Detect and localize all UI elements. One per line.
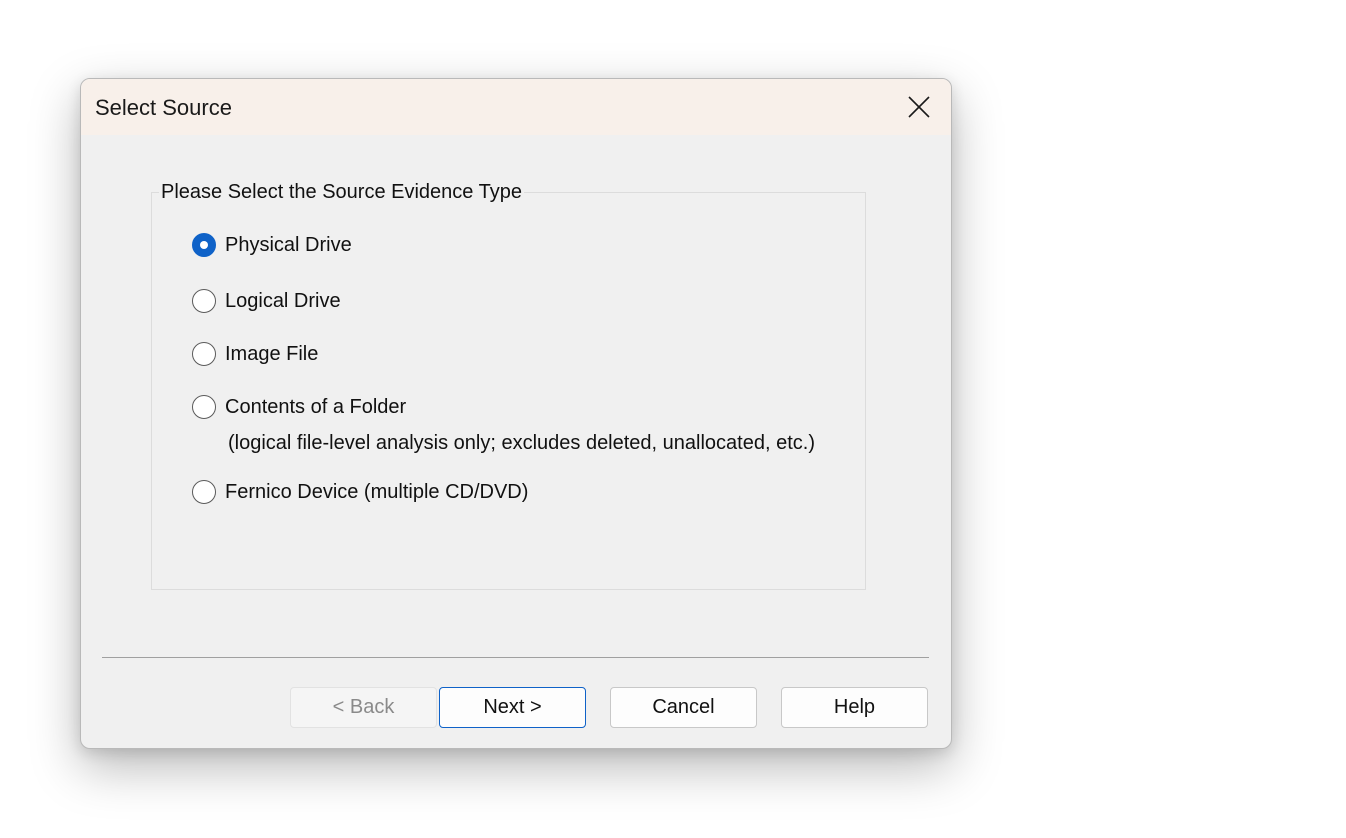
- radio-label-physical-drive: Physical Drive: [225, 233, 352, 256]
- select-source-dialog: Select Source Please Select the Source E…: [80, 78, 952, 749]
- radio-button-checked[interactable]: [192, 233, 216, 257]
- radio-label-contents-of-folder: Contents of a Folder: [225, 395, 407, 418]
- back-button[interactable]: < Back: [290, 687, 437, 728]
- cancel-button[interactable]: Cancel: [610, 687, 757, 728]
- radio-button[interactable]: [192, 395, 216, 419]
- folder-option-note: (logical file-level analysis only; exclu…: [228, 432, 815, 454]
- help-button[interactable]: Help: [781, 687, 928, 728]
- footer-separator: [102, 657, 929, 658]
- radio-label-logical-drive: Logical Drive: [225, 289, 341, 312]
- radio-label-image-file: Image File: [225, 342, 319, 365]
- radio-button[interactable]: [192, 342, 216, 366]
- radio-physical-drive[interactable]: Physical Drive: [192, 231, 352, 259]
- next-button[interactable]: Next >: [439, 687, 586, 728]
- groupbox-legend: Please Select the Source Evidence Type: [159, 181, 524, 204]
- title-bar: Select Source: [81, 79, 951, 135]
- dialog-title: Select Source: [95, 95, 232, 120]
- radio-button[interactable]: [192, 289, 216, 313]
- close-button[interactable]: [883, 79, 951, 135]
- close-icon: [908, 96, 930, 118]
- radio-logical-drive[interactable]: Logical Drive: [192, 287, 341, 315]
- radio-contents-of-folder[interactable]: Contents of a Folder: [192, 393, 406, 421]
- radio-label-fernico-device: Fernico Device (multiple CD/DVD): [225, 480, 529, 503]
- radio-image-file[interactable]: Image File: [192, 340, 318, 368]
- radio-button[interactable]: [192, 480, 216, 504]
- radio-fernico-device[interactable]: Fernico Device (multiple CD/DVD): [192, 478, 528, 506]
